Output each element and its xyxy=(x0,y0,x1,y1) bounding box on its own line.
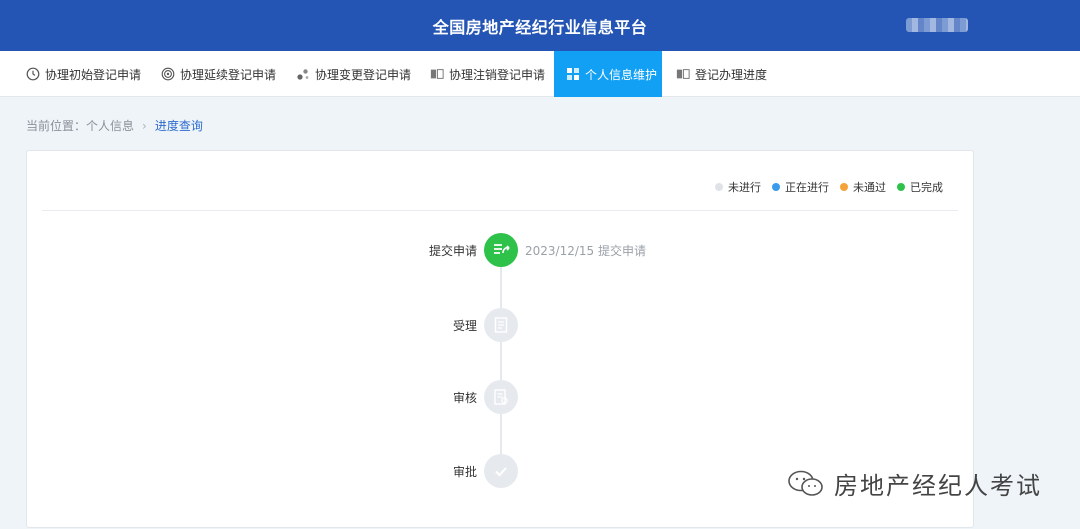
nav-change-registration[interactable]: 协理变更登记申请 xyxy=(284,51,423,97)
user-name-blurred[interactable] xyxy=(906,18,968,32)
wechat-icon xyxy=(786,468,826,500)
nav-label: 协理注销登记申请 xyxy=(449,67,546,82)
target-icon xyxy=(161,67,175,81)
nav-initial-registration[interactable]: 协理初始登记申请 xyxy=(14,51,153,97)
nav-registration-progress[interactable]: 登记办理进度 xyxy=(664,51,779,97)
wechat-watermark: 房地产经纪人考试 xyxy=(786,466,1042,501)
nav-label: 协理初始登记申请 xyxy=(45,67,142,82)
step-label: 审批 xyxy=(452,465,477,479)
legend-rejected: 未通过 xyxy=(840,179,886,195)
step-accept: 受理 xyxy=(27,308,975,342)
book-icon xyxy=(676,67,690,81)
legend-dot xyxy=(715,183,723,191)
timeline-line xyxy=(500,251,502,473)
legend-in-progress: 正在进行 xyxy=(772,179,829,195)
step-review: 审核 xyxy=(27,380,975,414)
submit-icon xyxy=(484,233,518,267)
document-icon xyxy=(484,308,518,342)
nav-label: 登记办理进度 xyxy=(695,67,768,82)
check-icon xyxy=(484,454,518,488)
grid-icon xyxy=(566,67,580,81)
dots-icon xyxy=(296,67,310,81)
book-icon xyxy=(430,67,444,81)
nav-cancel-registration[interactable]: 协理注销登记申请 xyxy=(418,51,557,97)
breadcrumb-parent[interactable]: 个人信息 xyxy=(86,117,134,134)
nav-label: 协理延续登记申请 xyxy=(180,67,277,82)
legend-dot xyxy=(772,183,780,191)
legend-label: 正在进行 xyxy=(785,181,829,194)
breadcrumb-prefix: 当前位置： xyxy=(26,119,87,133)
legend-not-started: 未进行 xyxy=(715,179,761,195)
review-icon xyxy=(484,380,518,414)
main-nav: 协理初始登记申请 协理延续登记申请 协理变更登记申请 协理注销登记申请 个人信息… xyxy=(0,51,1080,97)
nav-label: 协理变更登记申请 xyxy=(315,67,412,82)
breadcrumb: 当前位置： 个人信息 › 进度查询 xyxy=(26,117,203,134)
nav-renewal-registration[interactable]: 协理延续登记申请 xyxy=(149,51,288,97)
step-label: 受理 xyxy=(452,319,477,333)
legend-dot xyxy=(840,183,848,191)
legend-dot xyxy=(897,183,905,191)
legend-label: 未进行 xyxy=(728,181,761,194)
clock-icon xyxy=(26,67,40,81)
legend-label: 已完成 xyxy=(910,181,943,194)
status-legend: 未进行 正在进行 未通过 已完成 xyxy=(704,179,943,195)
top-header: 全国房地产经纪行业信息平台 xyxy=(0,0,1080,51)
card-divider xyxy=(42,210,958,211)
legend-label: 未通过 xyxy=(853,181,886,194)
breadcrumb-current: 进度查询 xyxy=(154,119,203,133)
breadcrumb-separator: › xyxy=(142,118,147,133)
step-label: 提交申请 xyxy=(428,244,477,258)
step-label: 审核 xyxy=(452,391,477,405)
step-note: 2023/12/15 提交申请 xyxy=(525,244,646,258)
legend-completed: 已完成 xyxy=(897,179,943,195)
nav-label: 个人信息维护 xyxy=(585,67,658,82)
step-submit: 提交申请 2023/12/15 提交申请 xyxy=(27,233,975,267)
nav-personal-info[interactable]: 个人信息维护 xyxy=(554,51,662,97)
watermark-text: 房地产经纪人考试 xyxy=(834,472,1042,500)
